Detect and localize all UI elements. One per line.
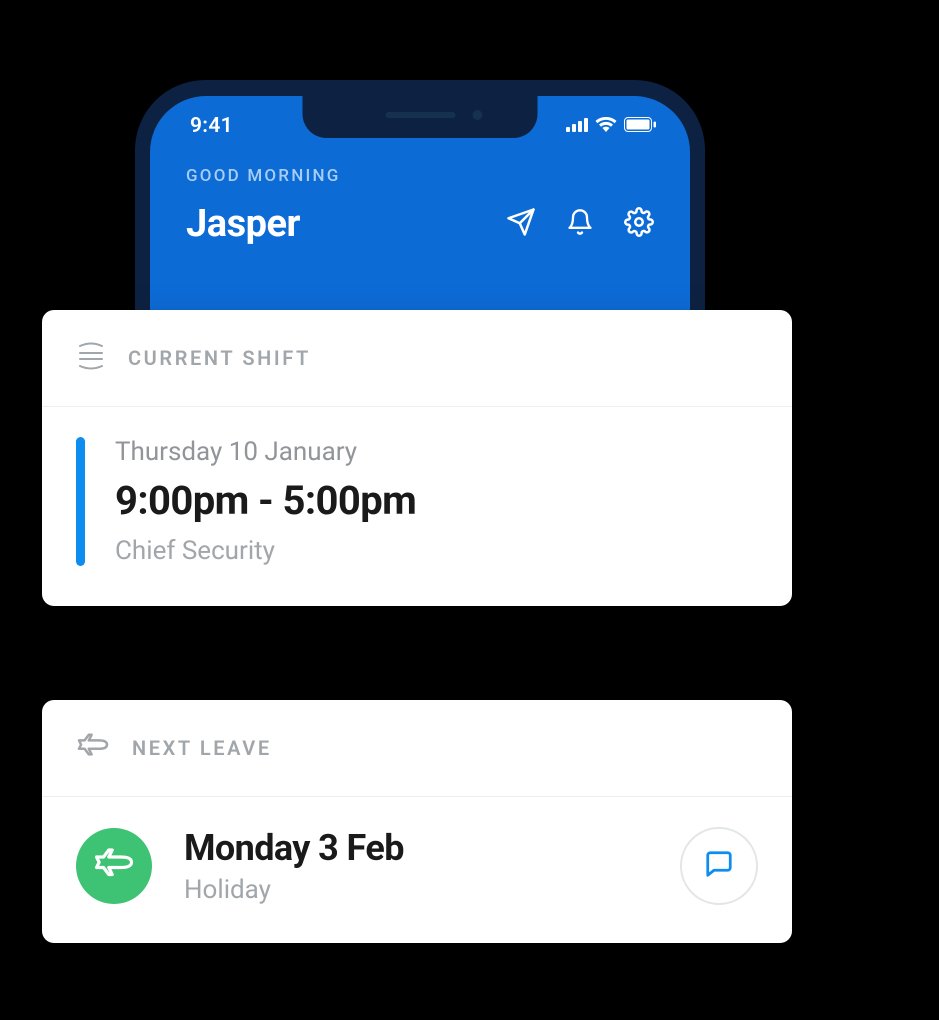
battery-icon (624, 117, 656, 136)
send-icon[interactable] (506, 207, 536, 241)
cellular-icon (566, 117, 588, 136)
app-header: GOOD MORNING Jasper (150, 144, 690, 246)
phone-notch (303, 96, 538, 138)
chat-icon (704, 849, 734, 883)
status-time: 9:41 (190, 114, 300, 138)
current-shift-card[interactable]: CURRENT SHIFT Thursday 10 January 9:00pm… (42, 310, 792, 606)
shift-time-range: 9:00pm - 5:00pm (115, 477, 758, 524)
plane-icon (76, 732, 110, 764)
user-name: Jasper (186, 202, 300, 246)
shift-accent-bar (76, 437, 85, 566)
gear-icon[interactable] (624, 207, 654, 241)
leave-info: Monday 3 Feb Holiday (184, 827, 648, 905)
bell-icon[interactable] (566, 207, 594, 241)
chat-button[interactable] (680, 827, 758, 905)
shift-info: Thursday 10 January 9:00pm - 5:00pm Chie… (115, 437, 758, 566)
leave-date: Monday 3 Feb (184, 827, 648, 869)
greeting-label: GOOD MORNING (186, 166, 654, 186)
shift-body: Thursday 10 January 9:00pm - 5:00pm Chie… (42, 407, 792, 606)
leave-type: Holiday (184, 875, 648, 905)
shift-icon (76, 342, 106, 374)
status-icons (546, 116, 656, 136)
next-leave-title: NEXT LEAVE (132, 736, 272, 760)
current-shift-title: CURRENT SHIFT (128, 346, 311, 370)
wifi-icon (595, 116, 617, 136)
header-actions (506, 207, 654, 241)
next-leave-card[interactable]: NEXT LEAVE Monday 3 Feb Holiday (42, 700, 792, 943)
leave-status-badge (76, 828, 152, 904)
next-leave-header: NEXT LEAVE (42, 700, 792, 797)
plane-white-icon (93, 846, 135, 886)
current-shift-header: CURRENT SHIFT (42, 310, 792, 407)
shift-role: Chief Security (115, 536, 758, 566)
shift-date: Thursday 10 January (115, 437, 758, 467)
leave-body: Monday 3 Feb Holiday (42, 797, 792, 943)
